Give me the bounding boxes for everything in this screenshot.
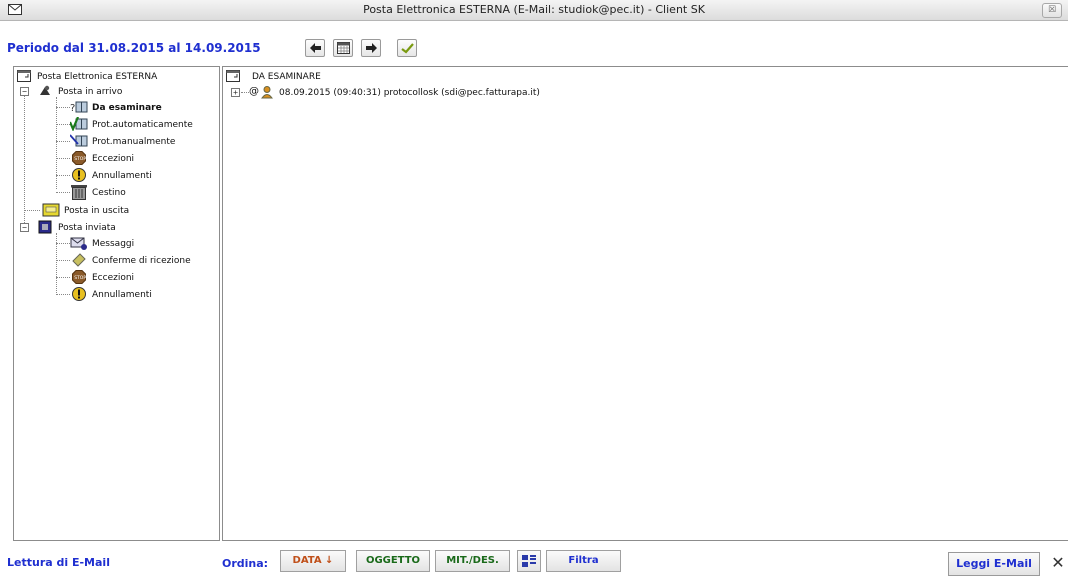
- inbox-icon: [40, 85, 50, 95]
- tree-item-label: Posta inviata: [58, 223, 116, 233]
- tree-item-prot-automaticamente[interactable]: Prot.automaticamente: [70, 117, 219, 133]
- tree-connector: [56, 107, 70, 108]
- window-title: Posta Elettronica ESTERNA (E-Mail: studi…: [363, 3, 705, 16]
- tree-item-label: Eccezioni: [92, 154, 135, 164]
- checked-book-icon: [70, 117, 88, 131]
- outbox-icon: [42, 203, 60, 217]
- calendar-button[interactable]: [333, 39, 353, 57]
- tree-item-annullamenti-inviata[interactable]: Annullamenti: [70, 287, 219, 303]
- question-book-icon: ?: [70, 101, 88, 114]
- at-sign-icon: @: [249, 86, 259, 97]
- tree-connector: [56, 260, 70, 261]
- tree-item-posta-in-uscita[interactable]: Posta in uscita: [42, 203, 219, 219]
- tree-item-posta-inviata[interactable]: Posta inviata: [38, 220, 218, 236]
- list-item[interactable]: @ 08.09.2015 (09:40:31) protocollosk (sd…: [249, 85, 749, 101]
- tree-connector: [56, 158, 70, 159]
- toolbar: Periodo dal 31.08.2015 al 14.09.2015: [0, 22, 1068, 62]
- sort-by-subject-button[interactable]: OGGETTO: [356, 550, 430, 572]
- folder-tree: Posta Elettronica ESTERNA − Posta in arr…: [13, 66, 220, 541]
- tree-connector: [56, 192, 70, 193]
- tree-item-label: Prot.automaticamente: [92, 120, 193, 130]
- sent-box-icon: [38, 220, 52, 234]
- expander-posta-in-arrivo[interactable]: −: [20, 87, 29, 96]
- tree-item-label: Da esaminare: [92, 103, 162, 113]
- status-label: Lettura di E-Mail: [7, 556, 110, 569]
- tree-item-cestino[interactable]: Cestino: [70, 185, 219, 201]
- tree-connector: [56, 294, 70, 295]
- warning-icon: [72, 287, 86, 301]
- tree-item-label: Prot.manualmente: [92, 137, 176, 147]
- period-label: Periodo dal 31.08.2015 al 14.09.2015: [7, 41, 261, 55]
- list-header: DA ESAMINARE: [226, 69, 526, 85]
- tree-item-label: Annullamenti: [92, 171, 152, 181]
- tree-item-label: Messaggi: [92, 239, 135, 249]
- expander-message[interactable]: +: [231, 88, 240, 97]
- grid-view-icon: [522, 555, 536, 567]
- tree-item-label: Posta in arrivo: [58, 87, 123, 97]
- tree-item-annullamenti-arrivo[interactable]: Annullamenti: [70, 168, 219, 184]
- close-panel-button[interactable]: ✕: [1048, 552, 1068, 576]
- arrow-left-icon: [310, 43, 321, 53]
- tree-connector: [56, 277, 70, 278]
- svg-text:STOP: STOP: [74, 275, 86, 281]
- previous-period-button[interactable]: [305, 39, 325, 57]
- checkmark-icon: [401, 43, 414, 54]
- tree-root-label: Posta Elettronica ESTERNA: [37, 72, 158, 82]
- arrow-right-icon: [366, 43, 377, 53]
- title-bar: Posta Elettronica ESTERNA (E-Mail: studi…: [0, 0, 1068, 21]
- list-header-label: DA ESAMINARE: [252, 72, 321, 82]
- stop-sign-icon: STOP: [72, 270, 86, 284]
- window-icon: [17, 70, 31, 82]
- next-period-button[interactable]: [361, 39, 381, 57]
- warning-icon: [72, 168, 86, 182]
- expander-posta-inviata[interactable]: −: [20, 223, 29, 232]
- status-bar: Lettura di E-Mail Ordina: DATA ↓ OGGETTO…: [0, 543, 1068, 583]
- tree-connector: [56, 124, 70, 125]
- svg-text:?: ?: [70, 103, 75, 114]
- tree-connector: [24, 91, 25, 227]
- sender-person-icon: [261, 86, 273, 99]
- view-toggle-button[interactable]: [517, 550, 541, 572]
- tree-connector: [241, 92, 249, 93]
- tree-item-eccezioni-arrivo[interactable]: STOP Eccezioni: [70, 151, 219, 167]
- tree-root[interactable]: Posta Elettronica ESTERNA: [17, 69, 217, 85]
- tree-item-label: Conferme di ricezione: [92, 256, 191, 266]
- tree-item-messaggi[interactable]: Messaggi: [70, 236, 219, 252]
- tree-item-label: Eccezioni: [92, 273, 135, 283]
- tree-item-eccezioni-inviata[interactable]: STOP Eccezioni: [70, 270, 219, 286]
- tree-connector: [24, 210, 40, 211]
- tree-item-label: Cestino: [92, 188, 126, 198]
- tree-connector: [56, 141, 70, 142]
- trash-icon: [71, 185, 87, 200]
- tree-item-conferme-di-ricezione[interactable]: Conferme di ricezione: [70, 253, 219, 269]
- pen-book-icon: [70, 134, 88, 147]
- tree-item-label: Annullamenti: [92, 290, 152, 300]
- sort-label: Ordina:: [222, 557, 269, 570]
- filter-button[interactable]: Filtra: [546, 550, 621, 572]
- confirm-button[interactable]: [397, 39, 417, 57]
- window-icon: [226, 70, 240, 82]
- stop-sign-icon: STOP: [72, 151, 86, 165]
- message-icon: [70, 237, 87, 250]
- receipt-icon: [72, 253, 86, 267]
- tree-item-posta-in-arrivo[interactable]: Posta in arrivo: [38, 84, 218, 100]
- list-item-text: 08.09.2015 (09:40:31) protocollosk (sdi@…: [279, 88, 540, 98]
- tree-item-label: Posta in uscita: [64, 206, 130, 216]
- tree-connector: [56, 175, 70, 176]
- tree-item-da-esaminare[interactable]: ? Da esaminare: [70, 100, 219, 116]
- read-email-button[interactable]: Leggi E-Mail: [948, 552, 1040, 576]
- window-close-button[interactable]: ☒: [1042, 3, 1062, 18]
- tree-connector: [56, 243, 70, 244]
- sort-by-date-button[interactable]: DATA ↓: [280, 550, 346, 572]
- svg-text:STOP: STOP: [74, 156, 86, 162]
- message-list: DA ESAMINARE + @ 08.09.2015 (09:40:31) p…: [222, 66, 1068, 541]
- calendar-icon: [337, 42, 350, 54]
- sort-by-sender-button[interactable]: MIT./DES.: [435, 550, 510, 572]
- tree-item-prot-manualmente[interactable]: Prot.manualmente: [70, 134, 219, 150]
